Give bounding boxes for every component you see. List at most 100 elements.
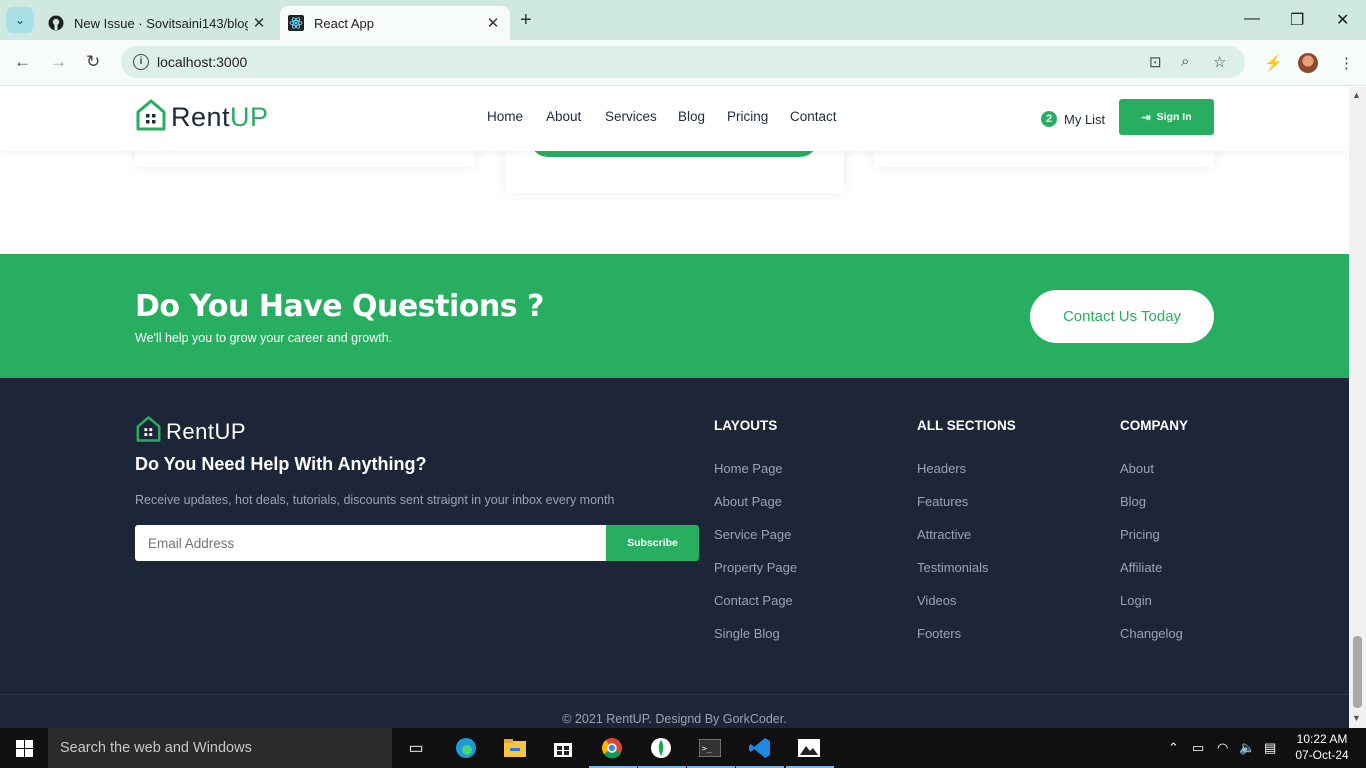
forward-icon[interactable]: → — [50, 52, 67, 72]
terminal-icon[interactable]: >_ — [698, 736, 722, 760]
battery-icon[interactable]: ▭ — [1192, 740, 1204, 756]
site-header: RentUP Home About Services Blog Pricing … — [0, 87, 1349, 151]
tab-title: New Issue · Sovitsaini143/blogp — [74, 15, 248, 31]
footer-link[interactable]: Pricing — [1120, 527, 1160, 542]
logo-text-up: UP — [230, 102, 269, 132]
vscode-icon[interactable] — [748, 736, 772, 760]
footer-link[interactable]: Single Blog — [714, 626, 780, 641]
store-icon[interactable] — [551, 736, 575, 760]
house-logo-icon — [135, 98, 167, 137]
footer-link[interactable]: Contact Page — [714, 593, 793, 608]
bookmark-star-icon[interactable]: ☆ — [1213, 53, 1226, 71]
cta-subtitle: We'll help you to grow your career and g… — [135, 331, 393, 345]
tab-react-app[interactable]: React App ✕ — [280, 6, 510, 40]
footer-link[interactable]: Attractive — [917, 527, 971, 542]
sign-in-button[interactable]: ⇥ Sign In — [1119, 99, 1214, 135]
email-field[interactable] — [135, 525, 606, 561]
windows-taskbar: Search the web and Windows ▭ >_ ⌃ ▭ ◠ 🔈 … — [0, 728, 1366, 768]
nav-blog[interactable]: Blog — [678, 109, 705, 124]
footer-link[interactable]: Videos — [917, 593, 957, 608]
my-list-link[interactable]: 2 My List — [1041, 111, 1105, 127]
footer-link[interactable]: Property Page — [714, 560, 797, 575]
footer-link[interactable]: Affiliate — [1120, 560, 1162, 575]
photos-icon[interactable] — [797, 736, 821, 760]
minimize-icon[interactable]: — — [1244, 10, 1260, 28]
address-bar[interactable]: i localhost:3000 ⊡ ⌕ ☆ — [121, 46, 1245, 78]
wifi-icon[interactable]: ◠ — [1217, 740, 1228, 756]
footer-link[interactable]: Changelog — [1120, 626, 1183, 641]
taskbar-search-input[interactable]: Search the web and Windows — [48, 728, 392, 768]
scroll-up-icon[interactable]: ▲ — [1352, 90, 1361, 100]
tray-chevron-icon[interactable]: ⌃ — [1168, 740, 1179, 756]
reload-icon[interactable]: ↻ — [86, 52, 100, 72]
site-logo[interactable]: RentUP — [135, 98, 269, 137]
github-icon — [48, 15, 64, 31]
site-footer: RentUP Do You Need Help With Anything? R… — [0, 378, 1349, 728]
footer-link[interactable]: Login — [1120, 593, 1152, 608]
logo-text: RentUP — [171, 102, 269, 133]
my-list-count-badge: 2 — [1041, 111, 1057, 127]
nav-services[interactable]: Services — [605, 109, 657, 124]
cta-section: Do You Have Questions ? We'll help you t… — [0, 254, 1349, 378]
footer-col-heading-company: COMPANY — [1120, 418, 1189, 433]
nav-about[interactable]: About — [546, 109, 581, 124]
nav-contact[interactable]: Contact — [790, 109, 837, 124]
tab-github[interactable]: New Issue · Sovitsaini143/blogp ✕ — [40, 6, 276, 40]
edge-icon[interactable] — [454, 736, 478, 760]
nav-home[interactable]: Home — [487, 109, 523, 124]
footer-link[interactable]: Headers — [917, 461, 966, 476]
close-window-icon[interactable]: ✕ — [1336, 10, 1349, 30]
extension-icon[interactable]: ⚡ — [1264, 54, 1283, 72]
footer-link[interactable]: Blog — [1120, 494, 1146, 509]
clock-date: 07-Oct-24 — [1295, 748, 1349, 762]
footer-divider — [0, 694, 1349, 695]
task-view-icon[interactable]: ▭ — [404, 736, 428, 760]
sign-in-label: Sign In — [1156, 111, 1192, 123]
browser-toolbar: ← → ↻ i localhost:3000 ⊡ ⌕ ☆ — [0, 40, 1366, 86]
file-explorer-icon[interactable] — [503, 736, 527, 760]
mongodb-icon[interactable] — [649, 736, 673, 760]
nav-pricing[interactable]: Pricing — [727, 109, 768, 124]
footer-link[interactable]: Testimonials — [917, 560, 989, 575]
taskbar-clock[interactable]: 10:22 AM 07-Oct-24 — [1292, 731, 1352, 763]
contact-us-button[interactable]: Contact Us Today — [1030, 290, 1214, 343]
chrome-icon[interactable] — [600, 736, 624, 760]
notifications-icon[interactable]: ▤ — [1264, 740, 1276, 756]
new-tab-icon[interactable]: + — [520, 9, 532, 32]
react-icon — [288, 15, 304, 31]
footer-description: Receive updates, hot deals, tutorials, d… — [135, 493, 615, 507]
footer-link[interactable]: Home Page — [714, 461, 783, 476]
footer-link[interactable]: Footers — [917, 626, 961, 641]
copyright-text: © 2021 RentUP. Designd By GorkCoder. — [562, 712, 787, 726]
clock-time: 10:22 AM — [1296, 732, 1348, 746]
volume-icon[interactable]: 🔈 — [1239, 740, 1255, 756]
menu-dots-icon[interactable]: ⋮ — [1339, 54, 1354, 72]
footer-link[interactable]: About — [1120, 461, 1154, 476]
footer-link[interactable]: Features — [917, 494, 968, 509]
svg-text:>_: >_ — [702, 744, 712, 753]
tab-strip: ⌄ New Issue · Sovitsaini143/blogp ✕ Reac… — [0, 0, 1366, 40]
subscribe-button[interactable]: Subscribe — [606, 525, 699, 561]
close-tab-icon[interactable]: ✕ — [482, 14, 504, 32]
install-app-icon[interactable]: ⊡ — [1149, 53, 1162, 71]
chevron-down-icon: ⌄ — [14, 13, 26, 27]
footer-logo-text: RentUP — [166, 418, 247, 444]
tab-search-button[interactable]: ⌄ — [6, 7, 34, 33]
cta-title: Do You Have Questions ? — [135, 289, 544, 324]
back-icon[interactable]: ← — [14, 52, 31, 72]
page-scrollbar[interactable] — [1349, 87, 1366, 728]
footer-logo[interactable]: RentUP — [135, 415, 246, 448]
house-logo-icon — [135, 415, 162, 448]
footer-link[interactable]: Service Page — [714, 527, 791, 542]
scrollbar-thumb[interactable] — [1353, 636, 1362, 708]
restore-icon[interactable]: ❐ — [1290, 10, 1304, 30]
my-list-label: My List — [1064, 111, 1106, 127]
windows-start-icon[interactable] — [16, 740, 33, 757]
profile-avatar[interactable] — [1298, 53, 1318, 73]
close-tab-icon[interactable]: ✕ — [248, 14, 270, 32]
zoom-icon[interactable]: ⌕ — [1181, 53, 1189, 70]
footer-link[interactable]: About Page — [714, 494, 782, 509]
site-info-icon[interactable]: i — [133, 54, 149, 70]
scroll-down-icon[interactable]: ▼ — [1352, 713, 1361, 723]
url-text[interactable]: localhost:3000 — [157, 54, 247, 70]
